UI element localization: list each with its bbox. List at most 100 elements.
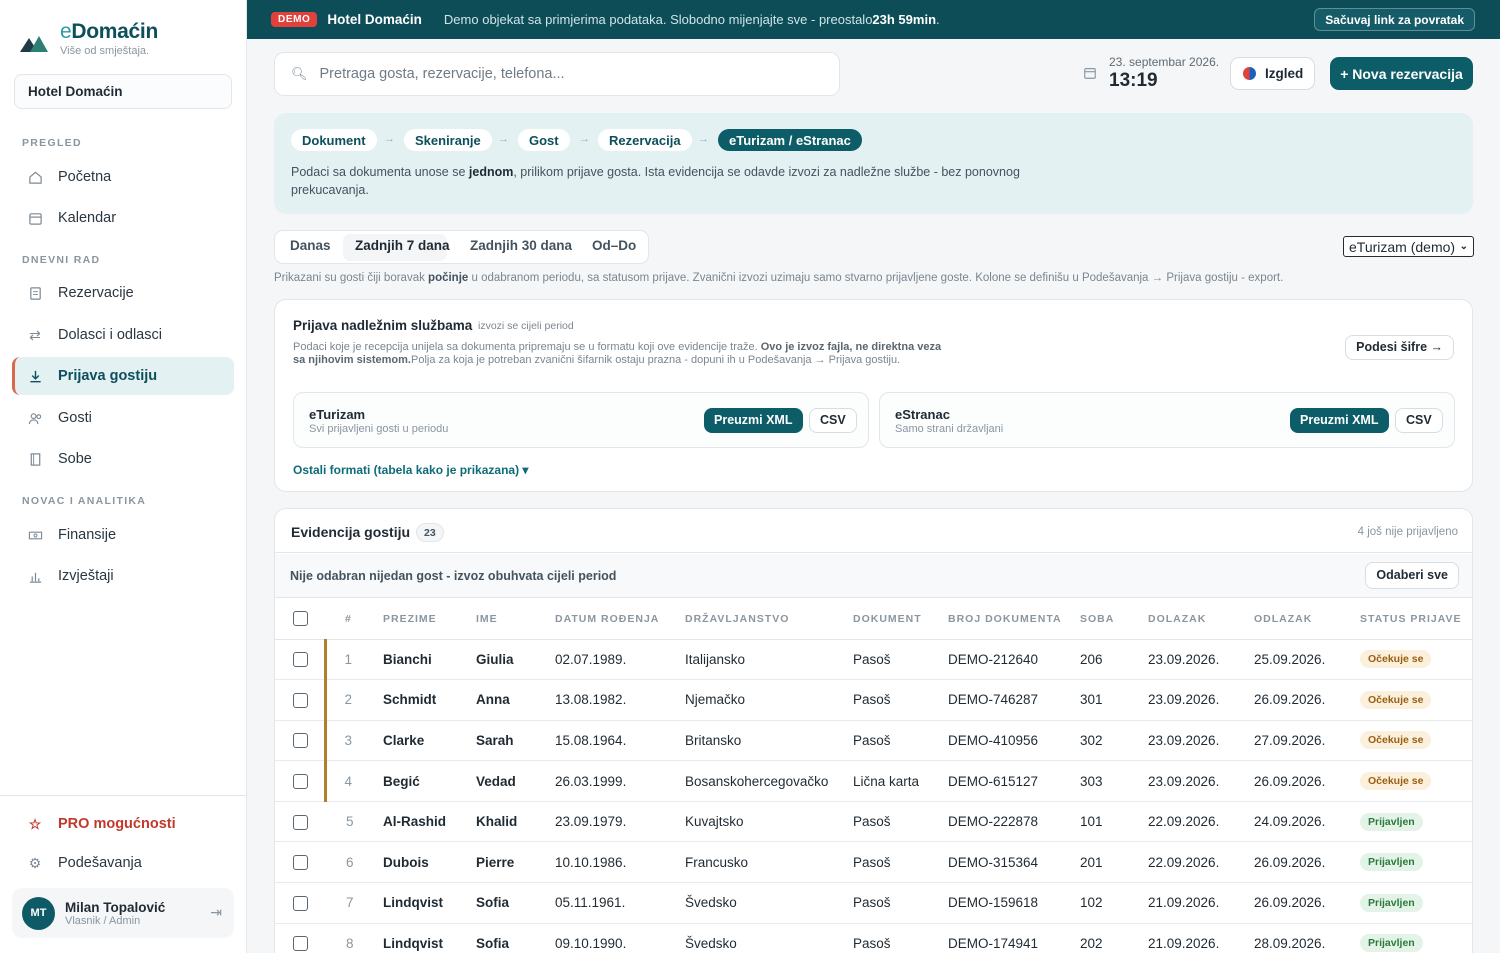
column-header[interactable]: DATUM ROĐENJA	[555, 599, 685, 640]
cell-room: 206	[1080, 639, 1148, 681]
cell-docno: DEMO-746287	[948, 679, 1080, 721]
tab-zadnjih-30-dana[interactable]: Zadnjih 30 dana	[470, 238, 572, 253]
tab-danas[interactable]: Danas	[290, 238, 331, 253]
other-formats-link[interactable]: Ostali formati (tabela kako je prikazana…	[293, 463, 528, 477]
select-all-checkbox[interactable]	[293, 611, 308, 627]
cell-doc: Pasoš	[853, 923, 948, 953]
column-header[interactable]: PREZIME	[383, 599, 476, 640]
tab-zadnjih-7-dana[interactable]: Zadnjih 7 dana	[355, 238, 450, 253]
row-checkbox-cell	[275, 801, 325, 843]
export-name: eTurizam	[309, 407, 366, 422]
download-csv-button[interactable]: CSV	[809, 408, 857, 433]
column-header[interactable]: SOBA	[1080, 599, 1148, 640]
door-icon	[26, 450, 44, 468]
current-time: 13:19	[1109, 70, 1158, 91]
appearance-button[interactable]: Izgled	[1230, 57, 1315, 90]
brand-name: eDomaćin	[60, 20, 158, 43]
cell-room: 201	[1080, 841, 1148, 884]
row-checkbox[interactable]	[293, 692, 308, 708]
cell-arr: 23.09.2026.	[1148, 679, 1254, 721]
row-checkbox[interactable]	[293, 733, 308, 749]
status-badge: Očekuje se	[1360, 772, 1432, 791]
table-row[interactable]: 4 Begić Vedad 26.03.1999. Bosanskohercegovač…	[275, 760, 1472, 802]
row-checkbox[interactable]	[293, 774, 308, 790]
authorities-description: Podaci koje je recepcija unijela sa doku…	[293, 341, 942, 366]
column-header[interactable]: ODLAZAK	[1254, 599, 1360, 640]
cell-nat: Švedsko	[685, 882, 853, 924]
sidebar-item-label: Početna	[58, 169, 112, 185]
set-codes-button[interactable]: Podesi šifre →	[1345, 335, 1454, 360]
search-input[interactable]	[319, 66, 800, 82]
registry-select[interactable]: eTurizam (demo) ⌄	[1343, 236, 1474, 257]
cell-docno: DEMO-159618	[948, 882, 1080, 924]
registry-select-value: eTurizam (demo)	[1349, 238, 1456, 255]
column-header[interactable]: IME	[476, 599, 555, 640]
download-csv-button[interactable]: CSV	[1395, 408, 1443, 433]
cell-last: Lindqvist	[383, 923, 476, 953]
sidebar-item-finansije[interactable]: Finansije	[12, 516, 234, 554]
table-row[interactable]: 3 Clarke Sarah 15.08.1964. Britansko Pasoš DEM…	[275, 720, 1472, 762]
sidebar-item-pocetna[interactable]: Početna	[12, 158, 234, 196]
sidebar-item-dolasci-odlasci[interactable]: ⇄ Dolasci i odlasci	[12, 316, 234, 354]
guests-header: Evidencija gostiju 23 4 još nije prijavl…	[275, 509, 1472, 553]
sidebar-item-kalendar[interactable]: Kalendar	[12, 199, 234, 237]
column-header[interactable]: DRŽAVLJANSTVO	[685, 599, 853, 640]
status-badge: Očekuje se	[1360, 650, 1432, 669]
download-xml-button[interactable]: Preuzmi XML	[704, 408, 803, 433]
table-row[interactable]: 8 Lindqvist Sofia 09.10.1990. Švedsko Pasoš DE…	[275, 923, 1472, 953]
row-checkbox[interactable]	[293, 814, 308, 830]
cell-n: 1	[323, 639, 383, 681]
brand-tagline: Više od smještaja.	[60, 45, 150, 57]
swap-arrows-icon: ⇄	[29, 326, 41, 343]
logout-icon[interactable]: ⇥	[210, 904, 222, 921]
row-checkbox[interactable]	[293, 936, 308, 952]
brand[interactable]: eDomaćin Više od smještaja.	[20, 20, 158, 57]
column-header[interactable]: DOKUMENT	[853, 599, 948, 640]
cell-last: Lindqvist	[383, 882, 476, 924]
cell-doc: Pasoš	[853, 801, 948, 843]
table-row[interactable]: 2 Schmidt Anna 13.08.1982. Njemačko Pasoš DEMO…	[275, 679, 1472, 721]
flow-step-dokument: Dokument	[291, 129, 377, 151]
sidebar-item-sobe[interactable]: Sobe	[12, 440, 234, 478]
export-eturizam: eTurizam Svi prijavljeni gosti u periodu…	[293, 392, 869, 448]
new-reservation-button[interactable]: + Nova rezervacija	[1330, 57, 1473, 90]
sidebar-item-gosti[interactable]: Gosti	[12, 399, 234, 437]
cell-n: 3	[323, 720, 383, 762]
column-header[interactable]: STATUS PRIJAVE	[1360, 599, 1472, 640]
flow-step-rezervacija: Rezervacija	[598, 129, 692, 151]
flow-step-skeniranje: Skeniranje	[404, 129, 492, 151]
hotel-selector[interactable]: Hotel Domaćin	[14, 74, 232, 109]
save-link-button[interactable]: Sačuvaj link za povratak	[1314, 8, 1475, 31]
cell-last: Begić	[383, 760, 476, 802]
sidebar: eDomaćin Više od smještaja. Hotel Domaći…	[0, 0, 247, 953]
column-header[interactable]: DOLAZAK	[1148, 599, 1254, 640]
cell-dep: 26.09.2026.	[1254, 760, 1360, 802]
row-checkbox[interactable]	[293, 855, 308, 871]
table-row[interactable]: 1 Bianchi Giulia 02.07.1989. Italijansko Paso…	[275, 639, 1472, 681]
row-checkbox-cell	[275, 882, 325, 924]
table-row[interactable]: 7 Lindqvist Sofia 05.11.1961. Švedsko Pasoš DE…	[275, 882, 1472, 924]
sidebar-item-izvjestaji[interactable]: Izvještaji	[12, 557, 234, 595]
cell-doc: Pasoš	[853, 841, 948, 884]
data-flow-panel: Dokument → Skeniranje → Gost → Rezervaci…	[274, 113, 1473, 214]
user-card[interactable]: MT Milan Topalović Vlasnik / Admin ⇥	[12, 888, 234, 938]
gear-icon: ⚙	[28, 854, 42, 871]
cell-n: 5	[325, 801, 383, 843]
table-row[interactable]: 6 Dubois Pierre 10.10.1986. Francusko Pasoš DE…	[275, 841, 1472, 884]
row-checkbox[interactable]	[293, 895, 308, 911]
sidebar-item-podesavanja[interactable]: ⚙ Podešavanja	[12, 844, 234, 882]
select-all-button[interactable]: Odaberi sve	[1365, 562, 1459, 589]
download-xml-button[interactable]: Preuzmi XML	[1290, 408, 1389, 433]
sidebar-item-prijava-gostiju[interactable]: Prijava gostiju	[12, 357, 234, 395]
cell-dep: 24.09.2026.	[1254, 801, 1360, 843]
flow-step-gost: Gost	[518, 129, 570, 151]
sidebar-item-rezervacije[interactable]: Rezervacije	[12, 274, 234, 312]
table-row[interactable]: 5 Al-Rashid Khalid 23.09.1979. Kuvajtsko Paso…	[275, 801, 1472, 843]
sidebar-item-pro[interactable]: ☆ PRO mogućnosti	[12, 805, 234, 843]
cell-docno: DEMO-615127	[948, 760, 1080, 802]
search-box[interactable]: 🔍︎	[274, 52, 840, 96]
row-checkbox[interactable]	[293, 652, 308, 668]
column-header[interactable]: BROJ DOKUMENTA	[948, 599, 1080, 640]
tab-od-do[interactable]: Od–Do	[592, 238, 636, 253]
cell-dob: 05.11.1961.	[555, 882, 685, 924]
